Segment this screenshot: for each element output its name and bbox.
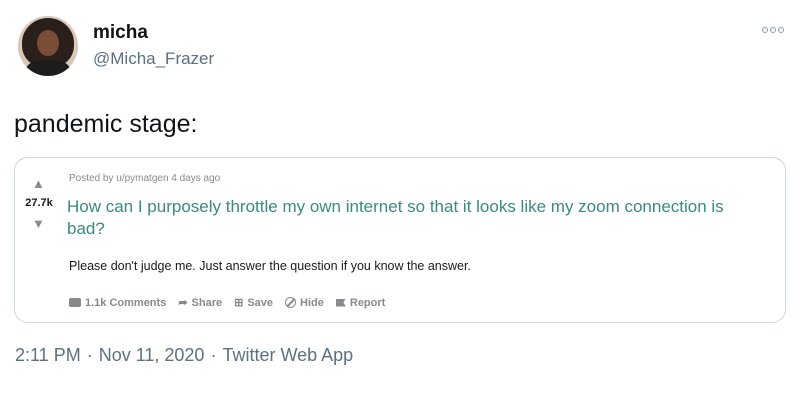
save-icon: ⊞	[234, 297, 244, 309]
save-label: Save	[247, 296, 274, 309]
tweet-source[interactable]: Twitter Web App	[222, 345, 353, 366]
more-dot	[778, 27, 784, 33]
hide-icon	[285, 297, 297, 308]
user-avatar[interactable]	[18, 16, 78, 76]
hide-label: Hide	[300, 296, 324, 309]
post-body: Please don't judge me. Just answer the q…	[69, 259, 471, 273]
user-handle[interactable]: @Micha_Frazer	[93, 49, 214, 69]
avatar-face	[37, 30, 59, 56]
post-actions: 1.1k Comments ➦ Share ⊞ Save Hide Report	[69, 296, 385, 309]
comment-icon	[69, 298, 81, 307]
vote-count: 27.7k	[25, 197, 53, 209]
avatar-shirt	[26, 60, 70, 76]
more-dot	[762, 27, 768, 33]
tweet: micha @Micha_Frazer pandemic stage: ▲ 27…	[0, 0, 800, 420]
hide-button[interactable]: Hide	[285, 297, 324, 309]
embedded-reddit-post[interactable]: ▲ 27.7k ▼ Posted by u/pymatgen 4 days ag…	[14, 157, 786, 323]
report-icon	[335, 298, 346, 307]
separator: ·	[86, 345, 93, 365]
tweet-date[interactable]: Nov 11, 2020	[99, 345, 205, 366]
upvote-icon[interactable]: ▲	[32, 176, 45, 191]
report-button[interactable]: Report	[335, 296, 386, 309]
posted-by: Posted by u/pymatgen 4 days ago	[69, 173, 221, 184]
more-options-icon[interactable]	[760, 22, 786, 38]
separator: ·	[210, 345, 217, 365]
save-button[interactable]: ⊞ Save	[234, 296, 274, 310]
tweet-text: pandemic stage:	[14, 110, 198, 138]
post-title[interactable]: How can I purposely throttle my own inte…	[67, 196, 757, 240]
comments-button[interactable]: 1.1k Comments	[69, 297, 166, 309]
share-label: Share	[191, 296, 223, 309]
more-dot	[770, 27, 776, 33]
display-name[interactable]: micha	[93, 22, 148, 44]
share-icon: ➦	[178, 297, 188, 309]
comments-label: 1.1k Comments	[85, 296, 167, 309]
report-label: Report	[349, 296, 386, 309]
vote-column: ▲ 27.7k ▼	[15, 158, 61, 322]
tweet-time[interactable]: 2:11 PM	[15, 345, 81, 366]
downvote-icon[interactable]: ▼	[32, 216, 45, 231]
share-button[interactable]: ➦ Share	[178, 296, 223, 310]
tweet-metadata: 2:11 PM · Nov 11, 2020 · Twitter Web App	[15, 345, 353, 366]
